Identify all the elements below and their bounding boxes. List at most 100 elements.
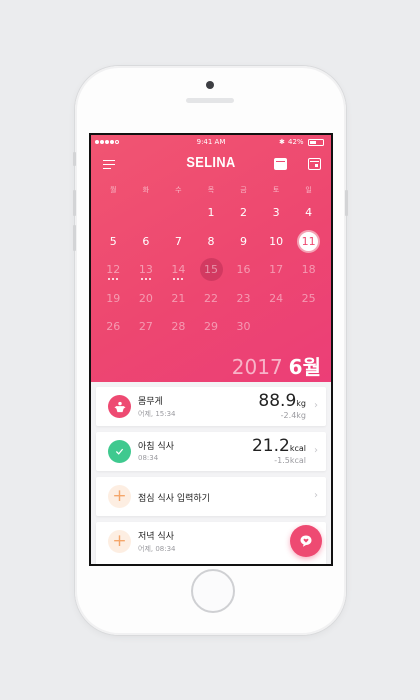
calendar-day-number: 20 [138,291,153,305]
calendar-day[interactable]: 19 [97,289,130,318]
weekday-header: 월 화 수 목 금 토 일 [97,185,325,195]
entry-dots-indicator [162,278,195,280]
calendar-header: 9:41 AM ✱ 42% SELINA 월 화 수 목 금 토 일 12345… [91,135,331,382]
calendar-day [260,317,293,346]
calendar-day[interactable]: 9 [227,232,260,261]
chevron-right-icon: › [314,490,318,501]
calendar-day [292,317,325,346]
bluetooth-icon: ✱ [279,138,285,146]
chat-heart-icon [300,535,312,547]
calendar-week-row: 26 27 28 29 30 [97,317,325,346]
calendar-day-number: 2 [240,206,248,219]
calendar-day[interactable]: 4 [292,203,325,232]
year-text: 2017 [231,355,283,379]
lunch-entry-card[interactable]: + 점심 식사 입력하기 › [96,477,326,516]
calendar-day-number: 16 [236,263,251,276]
calendar-day-number: 9 [240,234,248,248]
weight-entry-card[interactable]: 몸무게 어제, 15:34 88.9kg -2.4kg › [96,387,326,426]
entry-title: 점심 식사 입력하기 [138,494,210,504]
volume-down-button [73,225,76,251]
calendar-day [162,203,195,232]
plus-icon: + [108,530,131,553]
mute-switch [73,152,76,166]
entry-dots-indicator [97,278,130,280]
volume-up-button [73,190,76,216]
calendar-day[interactable]: 23 [227,289,260,318]
calendar-day[interactable]: 10 [260,232,293,261]
calendar-day[interactable]: 21 [162,289,195,318]
calendar-day-number: 6 [142,234,150,248]
calendar-day[interactable]: 28 [162,317,195,346]
calendar-day[interactable]: 5 [97,232,130,261]
calendar-day-number: 25 [301,291,316,305]
check-icon [108,440,131,463]
calendar-day[interactable]: 24 [260,289,293,318]
calendar-day-number: 7 [174,234,182,248]
calendar-day[interactable]: 26 [97,317,130,346]
calendar-day[interactable]: 20 [130,289,163,318]
calendar-day [130,203,163,232]
front-camera [206,81,214,89]
chevron-right-icon: › [314,400,318,411]
calendar-day[interactable]: 13 [130,260,163,289]
calendar-day-number: 15 [203,263,218,276]
entry-time: 08:34 [138,454,159,462]
calendar-day[interactable]: 17 [260,260,293,289]
calendar-day-number: 17 [269,263,284,276]
weekday-label: 목 [207,186,215,194]
status-bar: 9:41 AM ✱ 42% [91,138,331,150]
weekday-label: 토 [272,186,280,194]
calendar-day[interactable]: 7 [162,232,195,261]
chat-fab-button[interactable] [290,525,322,557]
battery-icon [308,139,324,146]
calendar-day[interactable]: 11 [292,229,325,261]
calendar-day-number: 30 [236,320,251,333]
calendar-day[interactable]: 1 [195,203,228,232]
calendar-day[interactable]: 25 [292,289,325,318]
entry-title: 저녁 식사 [138,532,174,542]
calendar-day-number: 28 [171,320,186,333]
weekday-label: 월 [110,186,117,194]
calendar-day-number: 10 [269,234,284,248]
calendar-day[interactable]: 18 [292,260,325,289]
entry-delta: -1.5kcal [274,456,306,465]
entry-time: 어제, 15:34 [138,410,176,418]
calendar-week-row: 12 13 14 15 16 17 18 [97,258,325,289]
entry-title: 몸무게 [138,397,163,407]
calendar-day-number: 24 [269,291,284,305]
calendar-day-number: 13 [138,263,153,276]
calendar-day-number: 1 [207,206,215,219]
calendar-day[interactable]: 30 [227,317,260,346]
calendar-day-number: 18 [301,263,316,276]
entry-value: 88.9kg [258,391,306,411]
month-label[interactable]: 2017 6월 [232,351,321,380]
earpiece-speaker [186,98,234,103]
calendar-day[interactable]: 29 [195,317,228,346]
entry-delta: -2.4kg [280,411,306,420]
calendar-day-number: 19 [106,291,121,305]
month-text: 6월 [288,355,321,379]
calendar-day[interactable]: 6 [130,232,163,261]
calendar-day-number: 5 [109,234,117,248]
calendar-outline-icon[interactable] [308,158,321,170]
calendar-filled-icon[interactable] [274,158,287,170]
calendar-day[interactable]: 12 [97,260,130,289]
home-button[interactable] [191,569,235,613]
app-screen: 9:41 AM ✱ 42% SELINA 월 화 수 목 금 토 일 12345… [89,133,333,566]
calendar-week-row: 1 2 3 4 [97,203,325,232]
calendar-day[interactable]: 22 [195,289,228,318]
calendar-day-number: 4 [305,206,313,219]
entry-dots-indicator [130,278,163,280]
calendar-day[interactable]: 27 [130,317,163,346]
calendar-day[interactable]: 2 [227,203,260,232]
calendar-day-number: 29 [203,320,218,333]
calendar-day[interactable]: 16 [227,260,260,289]
calendar-week-row: 5 6 7 8 9 10 11 [97,229,325,261]
calendar-day[interactable]: 3 [260,203,293,232]
calendar-day[interactable]: 8 [195,232,228,261]
calendar-day[interactable]: 15 [195,258,228,289]
calendar-day[interactable]: 14 [162,260,195,289]
entry-title: 아침 식사 [138,442,174,452]
weekday-label: 수 [175,186,182,194]
breakfast-entry-card[interactable]: 아침 식사 08:34 21.2kcal -1.5kcal › [96,432,326,471]
